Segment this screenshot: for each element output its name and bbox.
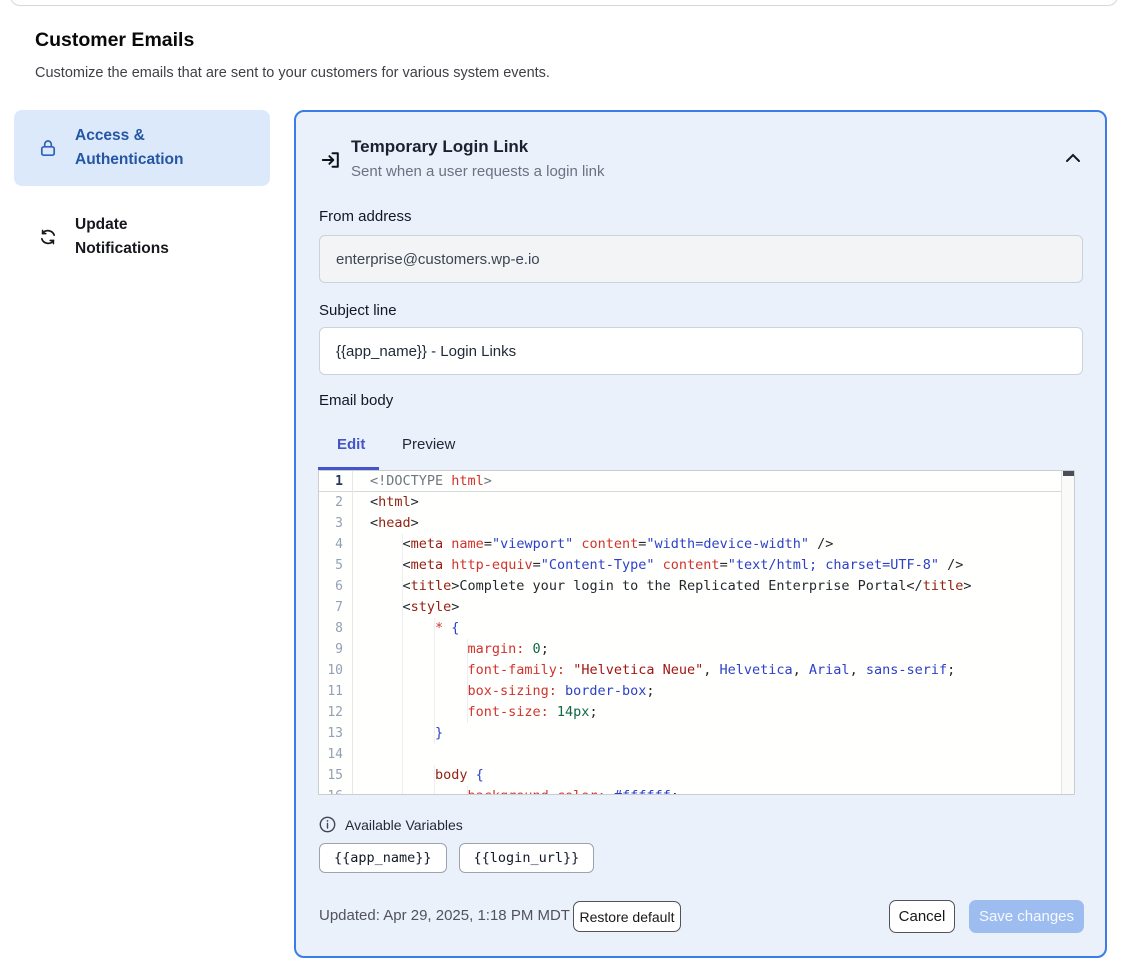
from-address-label: From address: [319, 208, 412, 225]
code-line[interactable]: 12font-size: 14px;: [319, 702, 1074, 723]
line-number: 4: [319, 534, 353, 555]
sidebar-item-access-authentication[interactable]: Access & Authentication: [14, 110, 270, 186]
sidebar-item-label: Access & Authentication: [75, 124, 225, 172]
refresh-icon: [38, 227, 58, 247]
page-subtitle: Customize the emails that are sent to yo…: [35, 65, 550, 81]
email-template-panel: Temporary Login Link Sent when a user re…: [294, 110, 1107, 958]
page-title: Customer Emails: [35, 29, 194, 52]
chevron-up-icon: [1065, 150, 1081, 168]
save-changes-button[interactable]: Save changes: [969, 900, 1084, 933]
collapse-button[interactable]: [1062, 148, 1084, 170]
from-address-input[interactable]: [319, 235, 1083, 283]
line-number: 11: [319, 681, 353, 702]
code-line[interactable]: 9margin: 0;: [319, 639, 1074, 660]
page: Customer Emails Customize the emails tha…: [0, 0, 1128, 980]
cancel-button[interactable]: Cancel: [889, 900, 955, 933]
code-line[interactable]: 1<!DOCTYPE html>: [319, 471, 1074, 492]
login-icon: [320, 149, 342, 176]
line-number: 5: [319, 555, 353, 576]
editor-scrollbar[interactable]: [1061, 471, 1074, 794]
line-number: 8: [319, 618, 353, 639]
code-line[interactable]: 7<style>: [319, 597, 1074, 618]
subject-line-label: Subject line: [319, 302, 397, 319]
code-line[interactable]: 3<head>: [319, 513, 1074, 534]
variable-chips: {{app_name}} {{login_url}}: [319, 843, 594, 873]
code-line[interactable]: 2<html>: [319, 492, 1074, 513]
code-line[interactable]: 8* {: [319, 618, 1074, 639]
subject-line-input[interactable]: [319, 327, 1083, 375]
line-number: 1: [319, 471, 353, 492]
line-number: 16: [319, 786, 353, 795]
code-line[interactable]: 15body {: [319, 765, 1074, 786]
line-number: 6: [319, 576, 353, 597]
sidebar-item-label: Update Notifications: [75, 213, 225, 261]
sidebar: Access & Authentication Update Notificat…: [14, 110, 270, 263]
sidebar-item-update-notifications[interactable]: Update Notifications: [14, 211, 270, 263]
available-variables-row: Available Variables: [319, 816, 463, 833]
variable-chip-app-name[interactable]: {{app_name}}: [319, 843, 447, 873]
code-line[interactable]: 10font-family: "Helvetica Neue", Helveti…: [319, 660, 1074, 681]
line-number: 10: [319, 660, 353, 681]
tab-preview[interactable]: Preview: [402, 436, 455, 453]
line-number: 14: [319, 744, 353, 765]
line-number: 15: [319, 765, 353, 786]
code-line[interactable]: 5<meta http-equiv="Content-Type" content…: [319, 555, 1074, 576]
code-line[interactable]: 13}: [319, 723, 1074, 744]
code-line[interactable]: 16background-color: #ffffff;: [319, 786, 1074, 795]
variable-chip-login-url[interactable]: {{login_url}}: [459, 843, 595, 873]
code-line[interactable]: 14: [319, 744, 1074, 765]
previous-card-edge: [10, 0, 1118, 6]
editor-scrollbar-thumb[interactable]: [1063, 471, 1074, 476]
code-editor[interactable]: 1<!DOCTYPE html>2<html>3<head>4<meta nam…: [318, 470, 1075, 795]
line-number: 7: [319, 597, 353, 618]
lock-icon: [38, 138, 58, 158]
email-body-label: Email body: [319, 392, 393, 409]
updated-timestamp: Updated: Apr 29, 2025, 1:18 PM MDT: [319, 907, 570, 924]
code-lines: 1<!DOCTYPE html>2<html>3<head>4<meta nam…: [319, 471, 1074, 795]
panel-title: Temporary Login Link: [351, 137, 528, 157]
code-line[interactable]: 11box-sizing: border-box;: [319, 681, 1074, 702]
line-number: 13: [319, 723, 353, 744]
panel-subtitle: Sent when a user requests a login link: [351, 163, 604, 180]
line-number: 3: [319, 513, 353, 534]
tab-edit[interactable]: Edit: [337, 436, 365, 453]
available-variables-label: Available Variables: [345, 817, 463, 833]
line-number: 9: [319, 639, 353, 660]
line-number: 2: [319, 492, 353, 513]
info-icon: [319, 816, 336, 833]
code-line[interactable]: 4<meta name="viewport" content="width=de…: [319, 534, 1074, 555]
line-number: 12: [319, 702, 353, 723]
code-line[interactable]: 6<title>Complete your login to the Repli…: [319, 576, 1074, 597]
restore-default-button[interactable]: Restore default: [573, 901, 681, 932]
